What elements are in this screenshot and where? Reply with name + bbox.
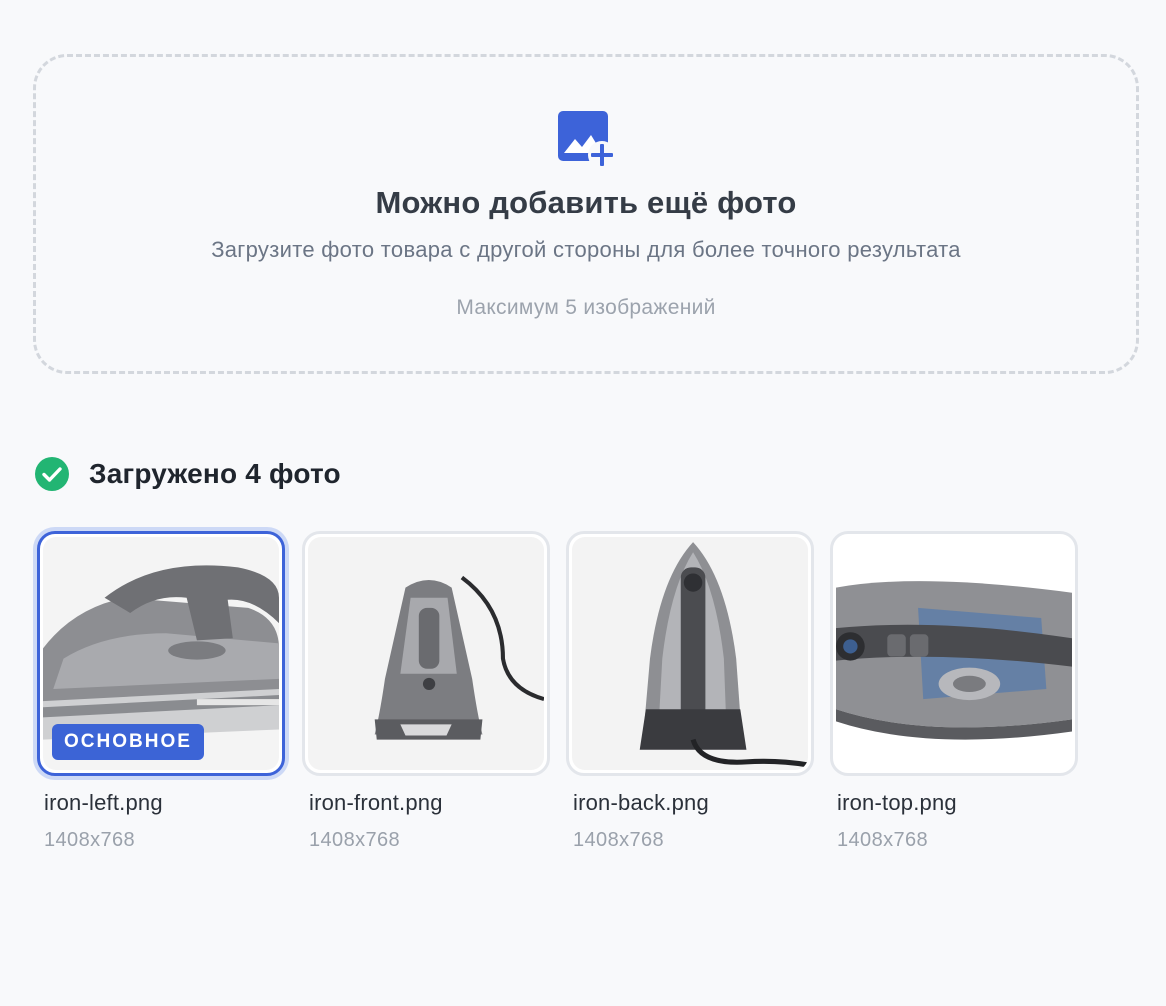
upload-dropzone[interactable]: Можно добавить ещё фото Загрузите фото т… bbox=[33, 54, 1139, 374]
dropzone-title: Можно добавить ещё фото bbox=[375, 185, 797, 220]
primary-badge: ОСНОВНОЕ bbox=[52, 724, 204, 760]
thumbnail-filename: iron-top.png bbox=[837, 790, 957, 815]
thumbnail-dimensions: 1408x768 bbox=[837, 829, 929, 851]
iron-front-image bbox=[308, 537, 544, 770]
thumbnail-dimensions: 1408x768 bbox=[573, 829, 665, 851]
thumbnail-filename: iron-back.png bbox=[573, 790, 709, 815]
add-photo-icon bbox=[558, 111, 616, 169]
uploaded-header: Загружено 4 фото bbox=[35, 457, 341, 491]
thumbnail-filename: iron-left.png bbox=[44, 790, 163, 815]
iron-back-image bbox=[572, 537, 808, 770]
dropzone-subtitle: Загрузите фото товара с другой стороны д… bbox=[211, 237, 961, 262]
thumbnail-image-button[interactable] bbox=[566, 531, 814, 776]
thumbnail-image-button[interactable] bbox=[830, 531, 1078, 776]
thumbnail-filename: iron-front.png bbox=[309, 790, 443, 815]
iron-top-image bbox=[836, 537, 1072, 770]
check-circle-icon bbox=[35, 457, 69, 491]
thumbnail-image-button[interactable] bbox=[302, 531, 550, 776]
thumbnail-dimensions: 1408x768 bbox=[44, 829, 136, 851]
thumbnail-dimensions: 1408x768 bbox=[309, 829, 401, 851]
uploaded-count-title: Загружено 4 фото bbox=[89, 458, 341, 489]
dropzone-limit-hint: Максимум 5 изображений bbox=[456, 296, 716, 319]
